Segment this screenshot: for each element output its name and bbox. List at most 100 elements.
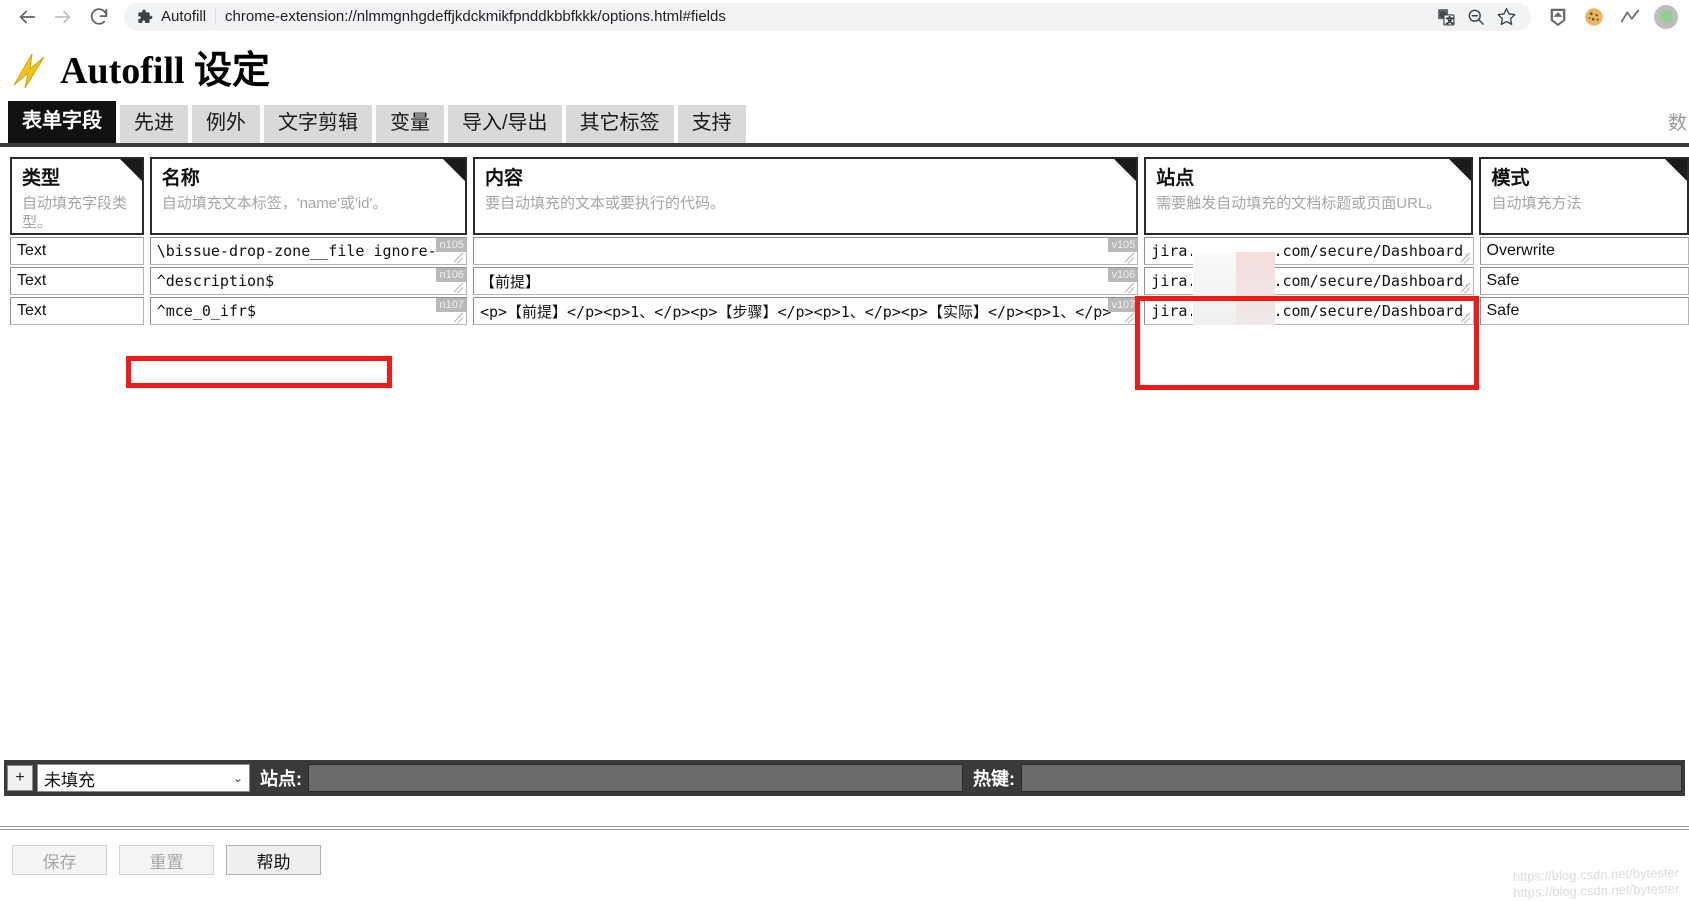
- column-description: 自动填充字段类型。: [22, 194, 128, 232]
- add-field-button[interactable]: +: [7, 765, 33, 791]
- resize-grip-icon[interactable]: [453, 311, 465, 323]
- tab-variables[interactable]: 变量: [376, 105, 444, 143]
- column-header-site: 站点 需要触发自动填充的文档标题或页面URL。 ?: [1144, 157, 1474, 235]
- tab-text-clips[interactable]: 文字剪辑: [264, 105, 372, 143]
- column-title: 名称: [161, 168, 200, 189]
- cell-value: Overwrite: [1486, 242, 1555, 259]
- reset-button[interactable]: 重置: [119, 845, 214, 875]
- column-title: 类型: [22, 168, 61, 189]
- omnibox[interactable]: Autofill chrome-extension://nlmmgnhgdeff…: [124, 2, 1531, 31]
- table-row: Text ^mce_0_ifr$ n107 <p>【前提】</p><p>1、</…: [10, 297, 1689, 325]
- field-badge: n105: [436, 238, 466, 253]
- field-badge: v107: [1108, 298, 1138, 313]
- watermark: https://blog.csdn.net/bytester https://b…: [1512, 864, 1679, 901]
- hotkey-input[interactable]: [1021, 764, 1682, 792]
- cell-value-suffix: .com/secure/Dashboard.js: [1273, 272, 1466, 290]
- cell-type[interactable]: Text: [10, 237, 144, 265]
- table-header-row: 类型 自动填充字段类型。 ? 名称 自动填充文本标签，'name'或'id'。 …: [4, 157, 1689, 235]
- extension-name: Autofill: [161, 8, 207, 25]
- site-input[interactable]: [308, 764, 963, 792]
- cell-value: ^mce_0_ifr$: [156, 302, 257, 320]
- translate-icon[interactable]: G文: [1433, 4, 1459, 30]
- back-arrow-icon[interactable]: [10, 2, 44, 32]
- cell-mode[interactable]: Safe: [1479, 267, 1689, 295]
- cell-value: 【前提】: [479, 272, 540, 291]
- cell-name[interactable]: ^description$ n106: [149, 267, 467, 295]
- cell-value-prefix: jira.: [1151, 242, 1191, 260]
- cell-content[interactable]: 【前提】 v106: [472, 267, 1139, 295]
- cell-site[interactable]: jira. .com/secure/Dashboard.js: [1144, 237, 1474, 265]
- zoom-out-icon[interactable]: [1463, 4, 1489, 30]
- tab-advanced[interactable]: 先进: [120, 105, 188, 143]
- cell-content[interactable]: <p>【前提】</p><p>1、</p><p>【步骤】</p><p>1、</p>…: [472, 297, 1139, 325]
- help-corner-icon[interactable]: ?: [442, 159, 465, 191]
- tab-overflow-label: 数: [1667, 113, 1687, 134]
- field-badge: n107: [436, 298, 466, 313]
- cell-type[interactable]: Text: [10, 267, 144, 295]
- cell-name[interactable]: \bissue-drop-zone__file ignore- n105: [149, 237, 467, 265]
- page-header: Autofill 设定: [0, 33, 1689, 103]
- column-header-type: 类型 自动填充字段类型。 ?: [10, 157, 144, 235]
- help-button[interactable]: 帮助: [226, 845, 321, 875]
- column-description: 自动填充文本标签，'name'或'id'。: [161, 194, 388, 212]
- annotation-box-name-field: [126, 356, 392, 388]
- autofill-bolt-icon[interactable]: [1617, 4, 1643, 30]
- column-description: 自动填充方法: [1491, 194, 1582, 212]
- cell-value: <p>【前提】</p><p>1、</p><p>【步骤】</p><p>1、</p>…: [479, 302, 1112, 321]
- tab-support[interactable]: 支持: [677, 105, 746, 143]
- cell-value-prefix: jira.: [1151, 302, 1191, 320]
- resize-grip-icon[interactable]: [1124, 281, 1136, 293]
- cell-value-suffix: .com/secure/Dashboard.js: [1273, 242, 1466, 260]
- reload-icon[interactable]: [82, 2, 116, 32]
- save-button[interactable]: 保存: [12, 845, 107, 875]
- field-type-select[interactable]: 未填充 ⌄: [37, 764, 250, 792]
- cell-site[interactable]: jira. .com/secure/Dashboard.js: [1144, 297, 1474, 325]
- cell-site[interactable]: jira. .com/secure/Dashboard.js: [1144, 267, 1474, 295]
- cell-mode[interactable]: Safe: [1479, 297, 1689, 325]
- cell-name[interactable]: ^mce_0_ifr$ n107: [149, 297, 467, 325]
- pocket-icon[interactable]: [1545, 4, 1571, 30]
- omnibox-actions: G文: [1433, 4, 1519, 30]
- column-description: 需要触发自动填充的文档标题或页面URL。: [1156, 194, 1442, 212]
- column-header-name: 名称 自动填充文本标签，'name'或'id'。 ?: [149, 157, 467, 235]
- tab-exceptions[interactable]: 例外: [192, 105, 260, 143]
- field-badge: n106: [436, 268, 466, 283]
- bookmark-star-icon[interactable]: [1493, 4, 1519, 30]
- page-title: Autofill 设定: [60, 50, 271, 92]
- cell-type[interactable]: Text: [10, 297, 144, 325]
- site-label: 站点:: [260, 769, 302, 789]
- cookie-icon[interactable]: [1581, 4, 1607, 30]
- cell-value: \bissue-drop-zone__file ignore-: [156, 242, 437, 260]
- navigation-buttons: [10, 2, 116, 32]
- cell-value-prefix: jira.: [1151, 272, 1191, 290]
- resize-grip-icon[interactable]: [1124, 251, 1136, 263]
- resize-grip-icon[interactable]: [1124, 311, 1136, 323]
- cell-value: Safe: [1486, 302, 1520, 319]
- help-corner-icon[interactable]: ?: [119, 159, 142, 191]
- table-row: Text ^description$ n106 【前提】 v106 jira. …: [10, 267, 1689, 295]
- resize-grip-icon[interactable]: [453, 251, 465, 263]
- resize-grip-icon[interactable]: [453, 281, 465, 293]
- field-badge: v106: [1108, 268, 1138, 283]
- help-corner-icon[interactable]: ?: [1665, 159, 1687, 191]
- column-header-mode: 模式 自动填充方法 ?: [1479, 157, 1689, 235]
- field-badge: v105: [1108, 238, 1138, 253]
- extension-puzzle-icon: [136, 8, 154, 26]
- profile-avatar[interactable]: [1653, 4, 1679, 30]
- cell-mode[interactable]: Overwrite: [1479, 237, 1689, 265]
- help-corner-icon[interactable]: ?: [1114, 159, 1137, 191]
- tab-form-fields[interactable]: 表单字段: [8, 101, 116, 143]
- cell-value: Safe: [1486, 272, 1520, 289]
- table-row: Text \bissue-drop-zone__file ignore- n10…: [10, 237, 1689, 265]
- forward-arrow-icon[interactable]: [46, 2, 80, 32]
- cell-content[interactable]: v105: [472, 237, 1139, 265]
- tab-import-export[interactable]: 导入/导出: [448, 105, 562, 143]
- address-text[interactable]: chrome-extension://nlmmgnhgdeffjkdckmikf…: [225, 8, 1427, 25]
- cell-value: Text: [17, 302, 47, 319]
- cell-value: ^description$: [156, 272, 275, 290]
- tab-other-labels[interactable]: 其它标签: [565, 105, 674, 143]
- fields-table: 类型 自动填充字段类型。 ? 名称 自动填充文本标签，'name'或'id'。 …: [0, 157, 1689, 325]
- cell-value: Text: [17, 242, 47, 259]
- help-corner-icon[interactable]: ?: [1449, 159, 1472, 191]
- cell-value-suffix: .com/secure/Dashboard.js: [1273, 302, 1466, 320]
